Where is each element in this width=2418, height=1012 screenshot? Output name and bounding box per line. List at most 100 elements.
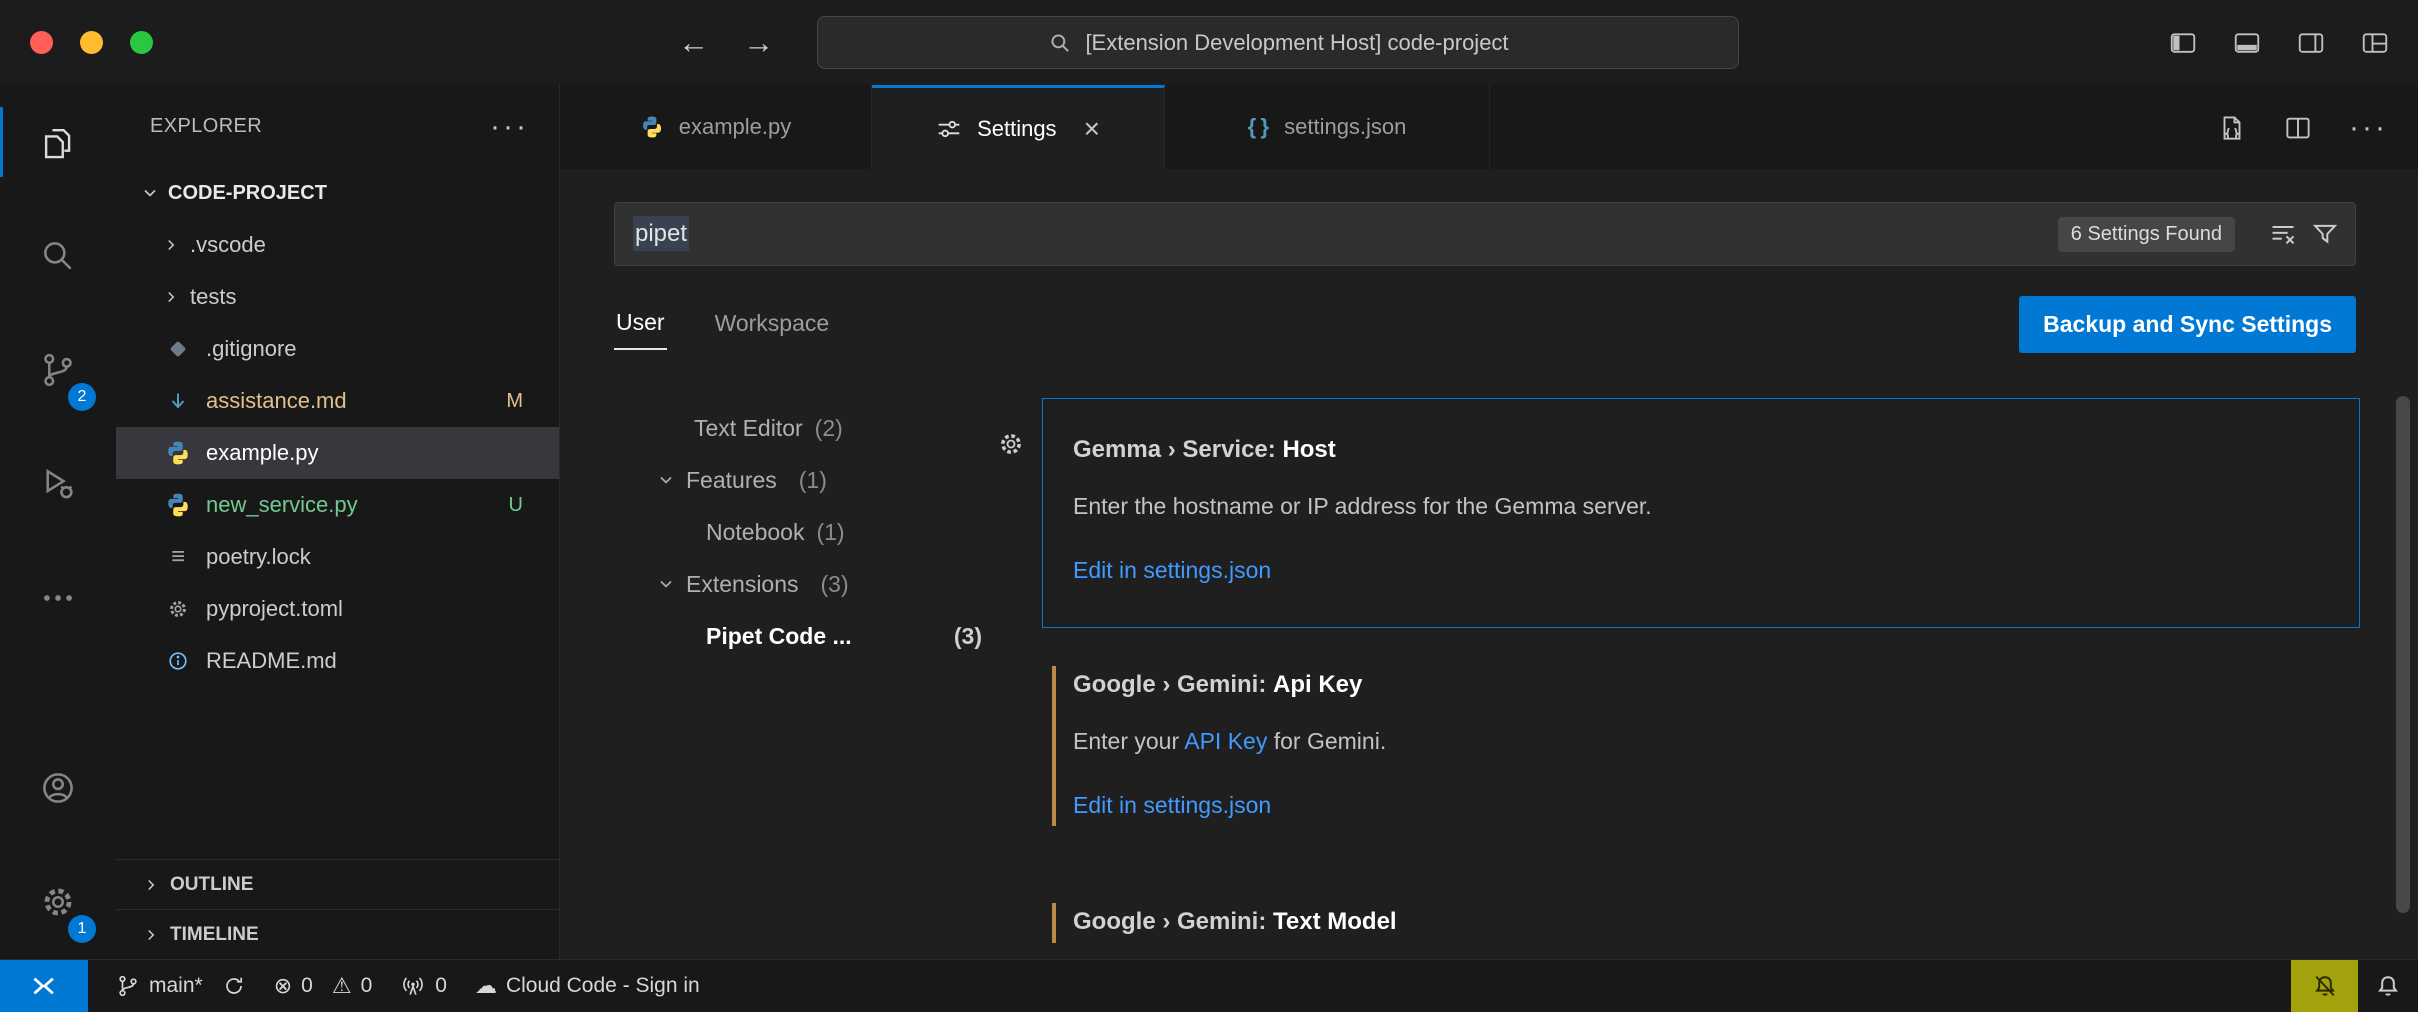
problems-indicator[interactable]: ⊗ 0 ⚠ 0 — [274, 974, 373, 998]
toml-gear-icon — [164, 598, 192, 620]
bell-slash-icon — [2311, 972, 2339, 1000]
activity-accounts[interactable] — [0, 731, 116, 845]
folder-root[interactable]: CODE-PROJECT — [116, 167, 559, 219]
activity-source-control[interactable]: 2 — [0, 313, 116, 427]
activity-bar: 2 1 — [0, 85, 116, 959]
settings-badge: 1 — [68, 915, 96, 943]
toc-notebook[interactable]: Notebook(1) — [560, 506, 996, 558]
more-actions-icon[interactable]: ··· — [2349, 120, 2388, 135]
activity-run-debug[interactable] — [0, 427, 116, 541]
python-file-icon — [164, 492, 192, 518]
split-editor-icon[interactable] — [2283, 113, 2313, 143]
minimize-window-button[interactable] — [80, 31, 103, 54]
sidebar-item-readme-md[interactable]: README.md — [116, 635, 559, 687]
sidebar-item-pyproject-toml[interactable]: pyproject.toml — [116, 583, 559, 635]
close-window-button[interactable] — [30, 31, 53, 54]
sidebar-item-poetry-lock[interactable]: ≡ poetry.lock — [116, 531, 559, 583]
toggle-panel-icon[interactable] — [2232, 28, 2262, 58]
scope-tab-workspace[interactable]: Workspace — [713, 300, 832, 349]
close-tab-icon[interactable]: × — [1084, 115, 1100, 143]
python-icon — [640, 115, 664, 139]
api-key-link[interactable]: API Key — [1184, 728, 1267, 754]
status-right — [2291, 960, 2418, 1012]
forward-icon[interactable]: → — [743, 27, 774, 58]
notifications-item[interactable] — [2358, 960, 2418, 1012]
backup-sync-settings-button[interactable]: Backup and Sync Settings — [2019, 296, 2356, 353]
scope-tab-user[interactable]: User — [614, 299, 667, 350]
tab-example-py[interactable]: example.py — [560, 85, 872, 169]
activity-more[interactable] — [0, 541, 116, 655]
timeline-section-header[interactable]: TIMELINE — [116, 909, 559, 959]
maximize-window-button[interactable] — [130, 31, 153, 54]
outline-section-header[interactable]: OUTLINE — [116, 859, 559, 909]
settings-count-badge: 6 Settings Found — [2058, 217, 2235, 252]
edit-in-settings-json-link[interactable]: Edit in settings.json — [1073, 790, 1271, 820]
modified-indicator — [1052, 903, 1056, 943]
settings-editor: pipet 6 Settings Found — [560, 170, 2418, 959]
toc-extensions[interactable]: Extensions(3) — [560, 558, 996, 610]
tab-settings[interactable]: Settings × — [872, 85, 1165, 170]
chevron-right-icon — [142, 926, 160, 944]
settings-scope-row: User Workspace Backup and Sync Settings — [614, 292, 2356, 356]
clear-search-icon[interactable] — [2269, 220, 2297, 248]
setting-row-gemma-service-host[interactable]: Gemma › Service: Host Enter the hostname… — [1042, 398, 2360, 628]
json-braces-icon: { } — [1248, 114, 1270, 140]
activity-search[interactable] — [0, 199, 116, 313]
title-bar: ← → [Extension Development Host] code-pr… — [0, 0, 2418, 85]
customize-layout-icon[interactable] — [2360, 28, 2390, 58]
markdown-file-icon — [164, 389, 192, 413]
sliders-icon — [936, 116, 962, 142]
activity-explorer[interactable] — [0, 85, 116, 199]
back-icon[interactable]: ← — [678, 27, 709, 58]
setting-title: Google › Gemini: Api Key — [1073, 670, 2329, 700]
more-actions-icon — [39, 579, 77, 617]
account-icon — [39, 769, 77, 807]
toc-features[interactable]: Features(1) — [560, 454, 996, 506]
explorer-more-icon[interactable]: ··· — [490, 119, 529, 134]
command-center[interactable]: [Extension Development Host] code-projec… — [817, 16, 1739, 69]
sidebar-item-vscode[interactable]: .vscode — [116, 219, 559, 271]
modified-indicator — [1052, 666, 1056, 826]
tab-label: Settings — [977, 116, 1057, 142]
setting-description: Enter your API Key for Gemini. — [1073, 726, 2329, 756]
scrollbar-thumb[interactable] — [2396, 396, 2410, 913]
toc-pipet-code[interactable]: Pipet Code ...(3) — [560, 610, 996, 662]
cloud-icon: ☁ — [475, 975, 497, 997]
setting-row-google-gemini-text-model[interactable]: Google › Gemini: Text Model — [1042, 889, 2360, 957]
history-navigation: ← → — [678, 0, 774, 85]
branch-indicator[interactable]: main* — [116, 974, 246, 998]
sync-icon — [222, 974, 246, 998]
notifications-muted-item[interactable] — [2291, 960, 2358, 1012]
cloud-code-indicator[interactable]: ☁ Cloud Code - Sign in — [475, 974, 700, 998]
sidebar-item-assistance-md[interactable]: assistance.md M — [116, 375, 559, 427]
git-branch-icon — [116, 974, 140, 998]
settings-search-input[interactable]: pipet 6 Settings Found — [614, 202, 2356, 266]
toggle-primary-sidebar-icon[interactable] — [2168, 28, 2198, 58]
open-settings-json-icon[interactable] — [2217, 113, 2247, 143]
window-controls — [30, 31, 153, 54]
setting-row-google-gemini-api-key[interactable]: Google › Gemini: Api Key Enter your API … — [1042, 652, 2360, 840]
explorer-header: EXPLORER ··· — [116, 85, 559, 167]
sidebar-item-gitignore[interactable]: .gitignore — [116, 323, 559, 375]
toggle-secondary-sidebar-icon[interactable] — [2296, 28, 2326, 58]
sidebar-item-example-py[interactable]: example.py — [116, 427, 559, 479]
activity-settings[interactable]: 1 — [0, 845, 116, 959]
filter-icon[interactable] — [2311, 220, 2339, 248]
radio-tower-icon — [400, 973, 426, 999]
setting-gear-icon[interactable] — [997, 430, 1025, 458]
sidebar-item-tests[interactable]: tests — [116, 271, 559, 323]
ports-indicator[interactable]: 0 — [400, 973, 447, 999]
edit-in-settings-json-link[interactable]: Edit in settings.json — [1073, 555, 1271, 585]
sidebar-item-new-service-py[interactable]: new_service.py U — [116, 479, 559, 531]
editor-actions: ··· — [2217, 85, 2388, 170]
search-icon — [39, 237, 77, 275]
explorer-title: EXPLORER — [150, 115, 262, 138]
git-file-icon — [164, 339, 192, 359]
remote-indicator[interactable] — [0, 960, 88, 1012]
toc-text-editor[interactable]: Text Editor(2) — [560, 402, 996, 454]
git-status-badge: M — [506, 390, 523, 413]
python-file-icon — [164, 440, 192, 466]
bell-icon — [2374, 972, 2402, 1000]
search-icon — [1047, 30, 1073, 56]
tab-settings-json[interactable]: { } settings.json — [1165, 85, 1490, 169]
